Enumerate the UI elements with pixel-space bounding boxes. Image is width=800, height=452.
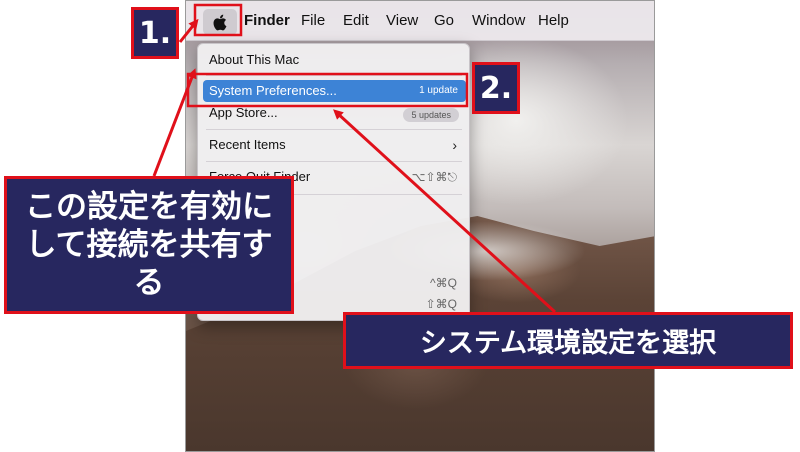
highlight-system-preferences <box>186 72 469 108</box>
step-2-number: 2. <box>479 70 513 106</box>
step-1-number: 1. <box>138 15 172 51</box>
select-system-preferences-callout: システム環境設定を選択 <box>343 312 793 369</box>
step-1-callout: 1. <box>131 7 179 59</box>
arrow-select <box>333 109 557 314</box>
note-line-2: して接続を共有す <box>25 227 273 263</box>
step-2-callout: 2. <box>472 62 520 114</box>
select-system-preferences-text: システム環境設定を選択 <box>419 328 717 359</box>
highlight-apple-button <box>193 3 243 37</box>
arrow-step1 <box>178 18 199 43</box>
note-line-3: る <box>133 265 165 301</box>
enable-setting-note-callout: この設定を有効に して接続を共有す る <box>4 176 294 314</box>
note-line-1: この設定を有効に <box>25 189 273 225</box>
